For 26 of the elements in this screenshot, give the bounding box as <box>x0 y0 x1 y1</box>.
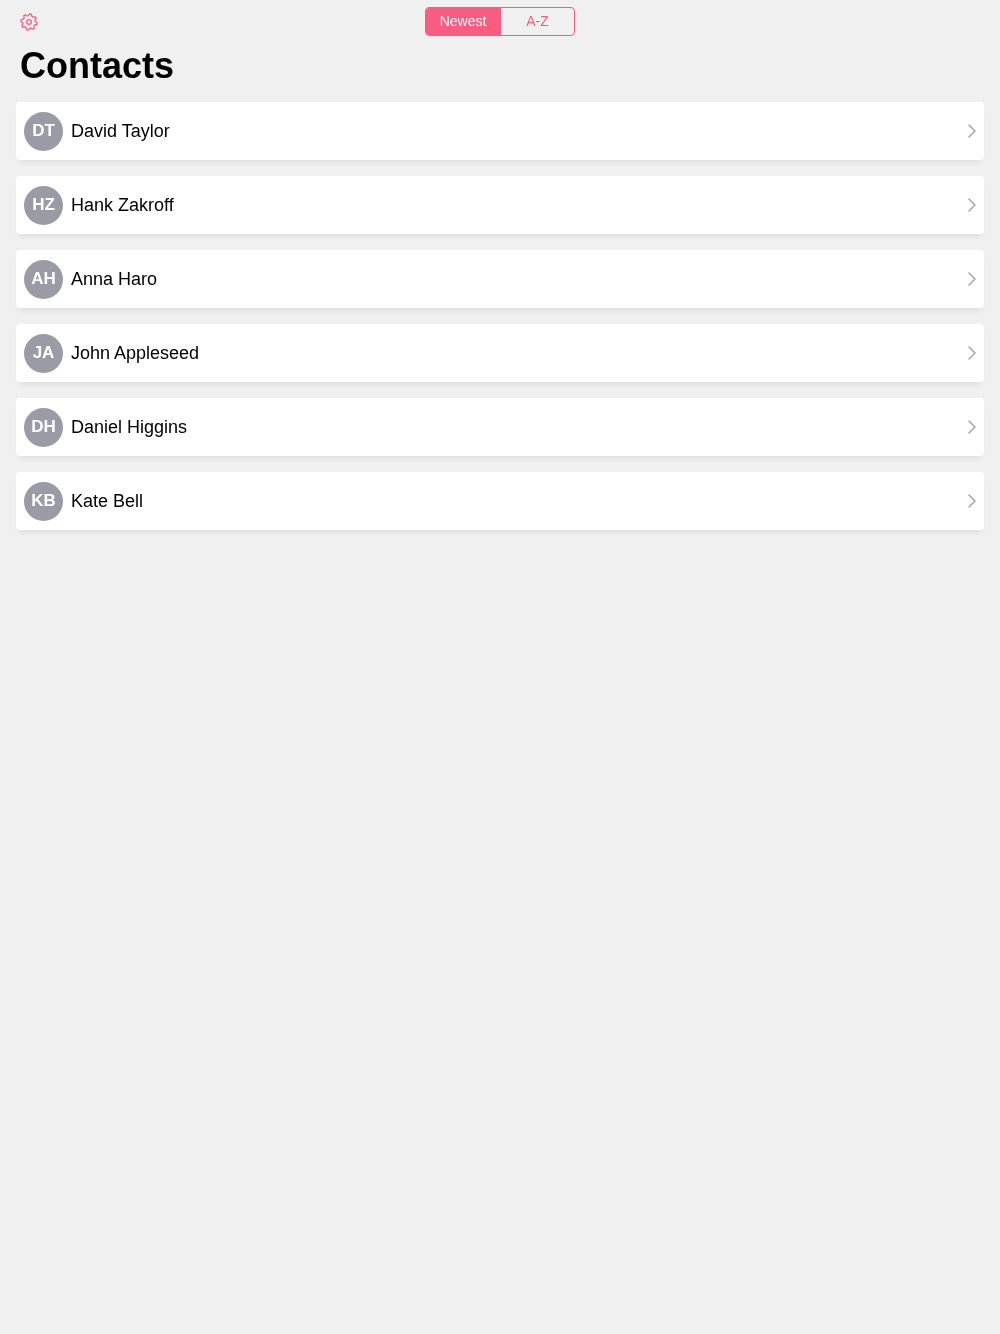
page-title: Contacts <box>20 44 176 87</box>
avatar-initials: KB <box>24 481 63 521</box>
contact-name: Daniel Higgins <box>71 415 189 439</box>
chevron-right-icon <box>968 124 976 138</box>
avatar-initials: HZ <box>24 185 63 225</box>
avatar-initials: JA <box>24 333 63 373</box>
chevron-right-icon <box>968 272 976 286</box>
contact-list-item[interactable]: JA John Appleseed <box>16 324 984 382</box>
chevron-right-icon <box>968 494 976 508</box>
contact-list-item[interactable]: KB Kate Bell <box>16 472 984 530</box>
chevron-right-icon <box>968 346 976 360</box>
contact-name: Kate Bell <box>71 489 145 513</box>
chevron-right-icon <box>968 420 976 434</box>
contact-name: Hank Zakroff <box>71 193 175 217</box>
chevron-right-icon <box>968 198 976 212</box>
contact-list-item[interactable]: AH Anna Haro <box>16 250 984 308</box>
contact-list-item[interactable]: HZ Hank Zakroff <box>16 176 984 234</box>
avatar-initials: DH <box>24 407 63 447</box>
contact-list-item[interactable]: DH Daniel Higgins <box>16 398 984 456</box>
contact-name: David Taylor <box>71 119 171 143</box>
contact-list-item[interactable]: DT David Taylor <box>16 102 984 160</box>
contact-name: John Appleseed <box>71 341 201 365</box>
settings-icon[interactable] <box>20 12 38 31</box>
contact-name: Anna Haro <box>71 267 159 291</box>
avatar-initials: DT <box>24 111 63 151</box>
avatar-initials: AH <box>24 259 63 299</box>
